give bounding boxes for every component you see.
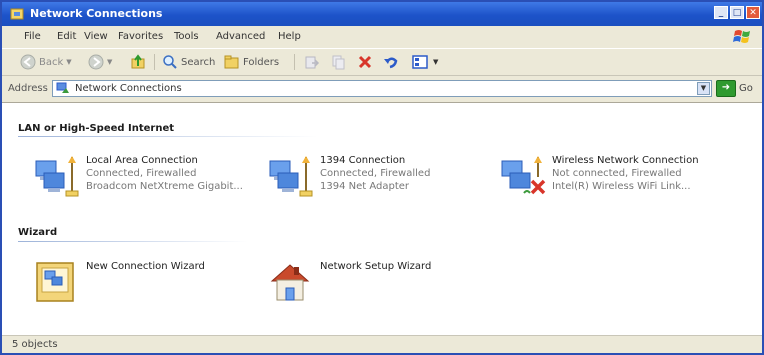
connection-status: Connected, Firewalled — [320, 168, 431, 179]
new-connection-wizard-icon — [36, 262, 74, 302]
folders-button[interactable]: Folders — [224, 53, 279, 71]
menu-tools[interactable]: Tools — [174, 31, 199, 42]
move-to-button[interactable] — [304, 53, 320, 71]
copy-to-button[interactable] — [330, 53, 346, 71]
wizard-new-connection[interactable]: New Connection Wizard — [34, 259, 284, 309]
connection-wireless[interactable]: Wireless Network Connection Not connecte… — [500, 153, 750, 203]
wizard-network-setup[interactable]: Network Setup Wizard — [268, 259, 518, 309]
connection-device: Broadcom NetXtreme Gigabit... — [86, 181, 243, 192]
chevron-down-icon: ▼ — [66, 58, 72, 66]
network-folder-icon — [10, 8, 24, 20]
up-folder-button[interactable] — [130, 53, 146, 71]
explorer-window: Network Connections _ □ ✕ File Edit View… — [0, 0, 764, 355]
menu-edit[interactable]: Edit — [57, 31, 76, 42]
back-button[interactable]: Back ▼ — [20, 53, 72, 71]
connection-status: Connected, Firewalled — [86, 168, 197, 179]
go-label: Go — [739, 83, 753, 94]
copy-to-icon — [332, 55, 345, 70]
minimize-button[interactable]: _ — [714, 6, 728, 19]
menu-view[interactable]: View — [84, 31, 108, 42]
maximize-button[interactable]: □ — [730, 6, 744, 19]
toolbar-separator — [154, 54, 155, 70]
menu-file[interactable]: File — [24, 31, 41, 42]
connection-status: Not connected, Firewalled — [552, 168, 682, 179]
connections-pane: LAN or High-Speed Internet Local Area Co… — [2, 103, 762, 335]
delete-button[interactable] — [357, 53, 373, 71]
toolbar-separator — [294, 54, 295, 70]
lan-connection-icon — [35, 156, 79, 197]
folders-icon — [224, 55, 239, 69]
standard-toolbar: Back ▼ ▼ Search Folders ▼ — [2, 49, 762, 76]
undo-icon — [384, 57, 398, 69]
connection-1394[interactable]: 1394 Connection Connected, Firewalled 13… — [268, 153, 518, 203]
back-label: Back — [39, 56, 64, 68]
forward-button[interactable]: ▼ — [88, 53, 112, 71]
search-icon — [163, 55, 177, 69]
folders-label: Folders — [243, 56, 280, 68]
search-button[interactable]: Search — [162, 53, 215, 71]
menu-help[interactable]: Help — [278, 31, 301, 42]
address-value: Network Connections — [75, 83, 182, 94]
go-button[interactable]: ➜ Go — [716, 80, 753, 97]
connection-local-area[interactable]: Local Area Connection Connected, Firewal… — [34, 153, 284, 203]
connection-device: Intel(R) Wireless WiFi Link... — [552, 181, 691, 192]
menu-advanced[interactable]: Advanced — [216, 31, 265, 42]
chevron-down-icon: ▼ — [107, 58, 113, 66]
group-header-wizard: Wizard — [18, 227, 58, 238]
address-dropdown-button[interactable]: ▼ — [697, 82, 710, 95]
address-field[interactable]: Network Connections ▼ — [52, 80, 712, 97]
windows-logo-icon — [733, 30, 750, 43]
chevron-down-icon: ▼ — [433, 58, 439, 66]
connection-name: Local Area Connection — [86, 155, 198, 166]
wireless-connection-icon — [501, 156, 546, 195]
address-bar: Address Network Connections ▼ ➜ Go — [2, 76, 762, 103]
title-bar[interactable]: Network Connections _ □ ✕ — [2, 2, 762, 26]
search-label: Search — [181, 56, 216, 68]
wizard-name: Network Setup Wizard — [320, 261, 432, 272]
address-label: Address — [8, 83, 48, 94]
back-arrow-icon — [20, 54, 36, 70]
window-title: Network Connections — [30, 7, 163, 20]
views-button[interactable]: ▼ — [412, 53, 438, 71]
undo-button[interactable] — [383, 53, 399, 71]
forward-arrow-icon — [88, 54, 104, 70]
move-to-icon — [305, 56, 320, 69]
up-folder-icon — [131, 54, 145, 69]
group-divider — [18, 136, 318, 137]
status-text: 5 objects — [12, 339, 58, 350]
group-header-lan: LAN or High-Speed Internet — [18, 123, 175, 134]
lan-connection-icon — [269, 156, 313, 197]
connection-name: Wireless Network Connection — [552, 155, 699, 166]
close-button[interactable]: ✕ — [746, 6, 760, 19]
delete-x-icon — [358, 55, 372, 69]
network-connections-icon — [56, 82, 69, 93]
connection-device: 1394 Net Adapter — [320, 181, 410, 192]
network-setup-house-icon — [270, 264, 310, 301]
status-bar: 5 objects — [2, 335, 762, 353]
connection-name: 1394 Connection — [320, 155, 406, 166]
group-divider — [18, 241, 248, 242]
views-icon — [412, 55, 428, 69]
menu-bar: File Edit View Favorites Tools Advanced … — [2, 26, 762, 49]
menu-favorites[interactable]: Favorites — [118, 31, 163, 42]
go-arrow-icon: ➜ — [716, 80, 736, 97]
wizard-name: New Connection Wizard — [86, 261, 205, 272]
